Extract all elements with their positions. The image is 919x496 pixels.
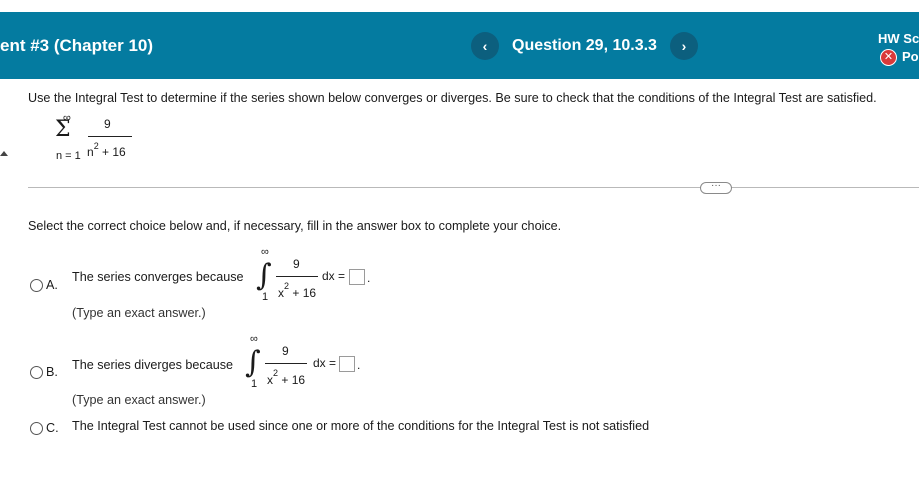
integral-denominator-rest: + 16 xyxy=(278,373,306,387)
integral-numerator: 9 xyxy=(282,344,289,358)
select-prompt: Select the correct choice below and, if … xyxy=(28,219,562,233)
fraction-bar xyxy=(88,136,132,137)
integral-denominator-rest: + 16 xyxy=(289,286,317,300)
integral-numerator: 9 xyxy=(293,257,300,271)
denominator-rest: + 16 xyxy=(98,145,126,159)
option-a-period: . xyxy=(367,271,371,285)
series-denominator: n2 + 16 xyxy=(87,141,126,159)
option-b-answer-box[interactable] xyxy=(339,356,355,372)
integral-denominator: x2 + 16 xyxy=(278,281,317,300)
series-numerator: 9 xyxy=(104,117,111,131)
question-label: Question 29, 10.3.3 xyxy=(512,37,657,54)
top-strip xyxy=(0,0,919,12)
option-c-radio[interactable] xyxy=(30,422,43,435)
previous-question-button[interactable]: ‹ xyxy=(471,32,499,60)
integral-dx: dx = xyxy=(313,356,337,370)
integral-fraction-bar xyxy=(276,276,318,277)
option-c-letter: C. xyxy=(46,421,59,435)
denominator-exponent: 2 xyxy=(93,141,99,151)
integral-denominator-exponent: 2 xyxy=(284,281,290,291)
integral-denominator-exponent: 2 xyxy=(273,368,279,378)
integral-sign: ∫ xyxy=(256,258,272,293)
integral-dx: dx = xyxy=(322,269,346,283)
series-expression: ∞ Σ n = 1 9 n2 + 16 xyxy=(52,110,142,170)
option-a-text: The series converges because xyxy=(72,270,244,284)
option-b-hint: (Type an exact answer.) xyxy=(72,393,206,407)
integral-upper-limit: ∞ xyxy=(261,246,269,258)
option-c-text: The Integral Test cannot be used since o… xyxy=(72,419,650,433)
series-lower-limit: n = 1 xyxy=(56,150,81,162)
scroll-up-arrow-icon[interactable] xyxy=(0,151,8,156)
option-b-radio[interactable] xyxy=(30,366,43,379)
integral-sign: ∫ xyxy=(245,345,261,380)
question-header: ent #3 (Chapter 10) ‹ Question 29, 10.3.… xyxy=(0,12,919,79)
points-label: Po xyxy=(902,49,919,64)
option-a-radio[interactable] xyxy=(30,279,43,292)
chevron-left-icon: ‹ xyxy=(482,38,488,54)
option-b-period: . xyxy=(357,358,361,372)
integral-upper-limit: ∞ xyxy=(250,333,258,345)
section-divider xyxy=(28,187,919,188)
hw-score-label: HW Sc xyxy=(878,31,919,46)
question-instructions: Use the Integral Test to determine if th… xyxy=(28,91,877,105)
more-options-button[interactable]: ··· xyxy=(700,181,732,194)
incorrect-icon: ✕ xyxy=(880,49,897,66)
option-a-answer-box[interactable] xyxy=(349,269,365,285)
integral-lower-limit: 1 xyxy=(251,378,258,390)
option-b-text: The series diverges because xyxy=(72,358,234,372)
integral-lower-limit: 1 xyxy=(262,291,269,303)
option-a-letter: A. xyxy=(46,278,58,292)
integral-fraction-bar xyxy=(265,363,307,364)
assignment-title: ent #3 (Chapter 10) xyxy=(0,36,154,55)
next-question-button[interactable]: › xyxy=(670,32,698,60)
option-b-letter: B. xyxy=(46,365,58,379)
denominator-base: n xyxy=(87,145,94,159)
sigma-symbol: Σ xyxy=(55,117,71,142)
integral-denominator: x2 + 16 xyxy=(267,368,306,387)
chevron-right-icon: › xyxy=(681,38,687,54)
option-a-hint: (Type an exact answer.) xyxy=(72,306,206,320)
